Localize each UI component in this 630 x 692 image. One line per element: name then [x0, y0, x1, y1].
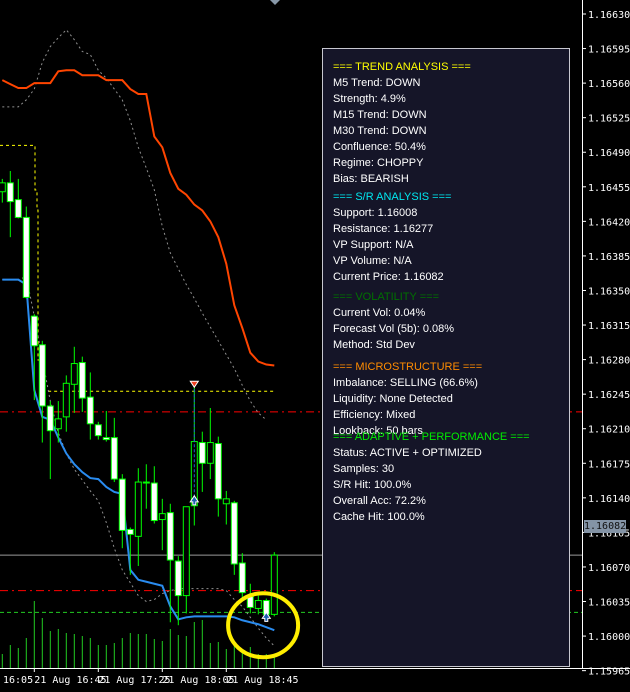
bear-candle [86, 396, 94, 425]
price-label: 1.16490 [588, 148, 630, 159]
trend-item: Regime: CHOPPY [333, 157, 424, 169]
micro-header: === MICROSTRUCTURE === [333, 361, 483, 373]
adaptive-item: Overall Acc: 72.2% [333, 495, 426, 507]
price-label: 1.16175 [588, 459, 630, 470]
price-label: 1.16035 [588, 598, 630, 609]
bear-candle [214, 443, 222, 500]
price-label: 1.16315 [588, 321, 630, 332]
bull-candle [182, 506, 190, 597]
adaptive-item: Cache Hit: 100.0% [333, 511, 425, 523]
bear-candle [230, 502, 238, 565]
price-label: 1.16210 [588, 425, 630, 436]
adaptive-header: === ADAPTIVE + PERFORMANCE === [333, 431, 530, 443]
time-label: 21 Aug 16:45 [34, 675, 106, 686]
blue-trend-line [2, 278, 275, 632]
bear-candle [126, 528, 134, 535]
bear-candle [174, 560, 182, 597]
micro-item: Liquidity: None Detected [333, 393, 453, 405]
bear-candle [22, 216, 30, 298]
bear-candle [150, 482, 158, 522]
time-label: 21 Aug 18:45 [226, 675, 298, 686]
bear-candle [238, 562, 246, 594]
time-axis: 16:05 21 Aug 16:4521 Aug 17:2521 Aug 18:0… [3, 668, 299, 686]
micro-item: Efficiency: Mixed [333, 409, 416, 421]
volatility-item: Forecast Vol (5b): 0.08% [333, 323, 455, 335]
sr-item: Resistance: 1.16277 [333, 223, 434, 235]
price-label: 1.16455 [588, 183, 630, 194]
adaptive-item: Samples: 30 [333, 463, 395, 475]
bear-candle [78, 362, 86, 399]
bull-candle [134, 481, 142, 537]
sr-item: VP Volume: N/A [333, 255, 412, 267]
bear-candle [6, 182, 14, 203]
bull-candle [0, 182, 6, 193]
time-label: 21 Aug 17:25 [98, 675, 170, 686]
price-label: 1.16525 [588, 114, 630, 125]
current-price-tag: 1.16082 [584, 520, 627, 533]
candles [0, 171, 278, 626]
bull-candle [54, 418, 62, 430]
analysis-panel: === TREND ANALYSIS === M5 Trend: DOWN St… [322, 48, 570, 667]
price-label: 1.16140 [588, 494, 630, 505]
sr-item: Support: 1.16008 [333, 207, 418, 219]
bull-candle [254, 600, 262, 609]
price-label: 1.16280 [588, 356, 630, 367]
bear-candle [142, 481, 150, 484]
micro-item: Imbalance: SELLING (66.6%) [333, 377, 478, 389]
bear-candle [110, 437, 118, 480]
adaptive-item: S/R Hit: 100.0% [333, 479, 412, 491]
sr-header: === S/R ANALYSIS === [333, 191, 452, 203]
bear-candle [94, 424, 102, 437]
trend-header: === TREND ANALYSIS === [333, 61, 471, 73]
bull-candle [62, 382, 70, 418]
bull-candle [270, 554, 278, 615]
price-label: 1.16000 [588, 632, 630, 643]
trend-item: M15 Trend: DOWN [333, 109, 427, 121]
sr-item: VP Support: N/A [333, 239, 414, 251]
price-label: 1.16070 [588, 563, 630, 574]
trend-item: Bias: BEARISH [333, 173, 409, 185]
bear-candle [198, 442, 206, 464]
bull-candle [222, 498, 230, 505]
adaptive-item: Status: ACTIVE + OPTIMIZED [333, 447, 482, 459]
bull-candle [206, 442, 214, 464]
volatility-item: Current Vol: 0.04% [333, 307, 426, 319]
price-label: 1.16420 [588, 217, 630, 228]
bear-candle [38, 344, 46, 407]
price-label: 1.16245 [588, 390, 630, 401]
trend-item: Confluence: 50.4% [333, 141, 426, 153]
sr-item: Current Price: 1.16082 [333, 271, 444, 283]
scroll-marker-icon[interactable] [270, 0, 280, 5]
volatility-header: === VOLATILITY === [333, 291, 439, 303]
sell-arrow-icon [189, 380, 200, 389]
bear-candle [46, 405, 54, 432]
price-label: 1.16560 [588, 79, 630, 90]
bear-candle [166, 512, 174, 561]
price-label: 1.16385 [588, 252, 630, 263]
orange-band-line [1, 69, 275, 367]
trend-item: M5 Trend: DOWN [333, 77, 421, 89]
price-label: 1.15965 [588, 667, 630, 678]
price-label: 1.16350 [588, 286, 630, 297]
price-label: 1.16630 [588, 10, 630, 21]
bull-candle [158, 513, 166, 521]
bear-candle [30, 315, 38, 347]
bear-candle [118, 478, 126, 531]
bear-candle [102, 437, 110, 441]
time-label: 16:05 [3, 675, 33, 686]
trend-item: Strength: 4.9% [333, 93, 406, 105]
price-label: 1.16595 [588, 45, 630, 56]
trend-item: M30 Trend: DOWN [333, 125, 427, 137]
bear-candle [14, 199, 22, 218]
time-label: 21 Aug 18:05 [162, 675, 234, 686]
volatility-item: Method: Std Dev [333, 339, 415, 351]
bull-candle [70, 363, 78, 385]
